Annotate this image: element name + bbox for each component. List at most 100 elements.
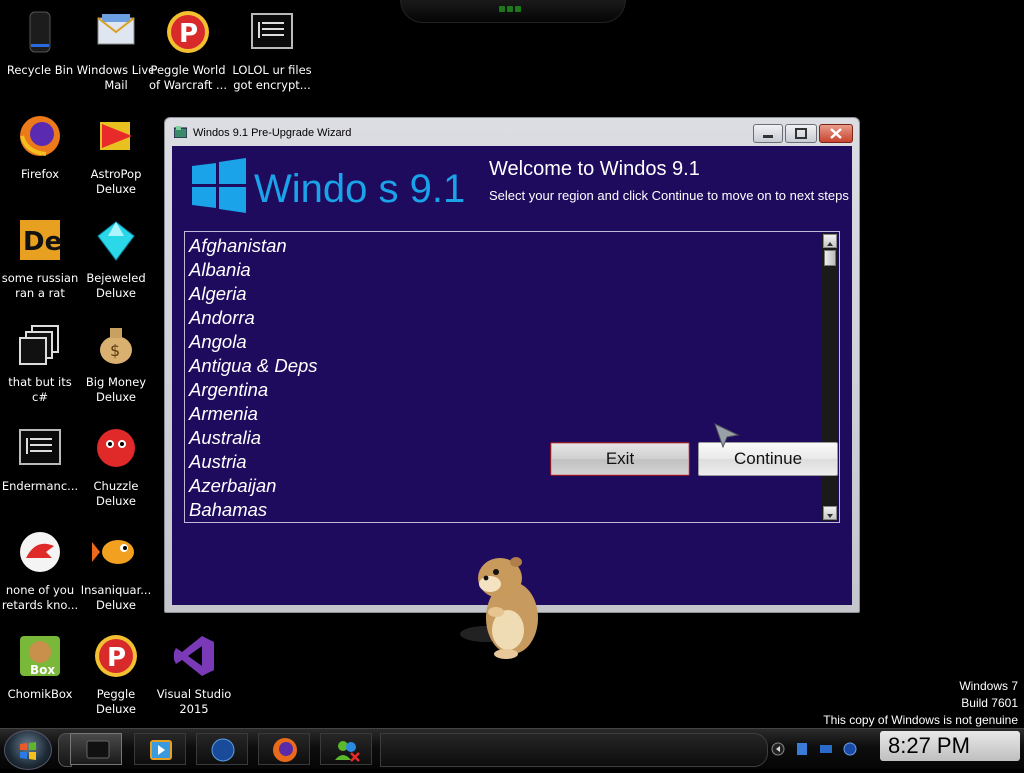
welcome-subheading: Select your region and click Continue to… bbox=[489, 188, 849, 203]
start-button[interactable] bbox=[4, 730, 52, 770]
desktop-icon-label: Peggle World of Warcraft ... bbox=[149, 63, 227, 92]
windows-flag-icon bbox=[192, 158, 246, 213]
window-title: Windos 9.1 Pre-Upgrade Wizard bbox=[193, 127, 352, 139]
desktop-icon[interactable]: none of you retards kno... bbox=[0, 528, 80, 613]
astropop-icon bbox=[100, 122, 132, 150]
listbox-scrollbar[interactable] bbox=[822, 233, 838, 521]
welcome-heading: Welcome to Windos 9.1 bbox=[489, 158, 700, 180]
desktop-icon-label: Chuzzle Deluxe bbox=[93, 479, 139, 508]
taskbar-item-media-player[interactable] bbox=[134, 733, 186, 765]
desktop-icon-label: Endermanc... bbox=[1, 479, 79, 493]
desktop-icon[interactable]: Bejeweled Deluxe bbox=[76, 216, 156, 301]
watermark-os: Windows 7 bbox=[959, 679, 1018, 693]
media-player-icon bbox=[150, 740, 172, 760]
desktop-icon[interactable]: LOLOL ur files got encrypt... bbox=[232, 8, 312, 93]
chuzzle-icon bbox=[97, 429, 135, 467]
top-notch-decoration bbox=[400, 0, 626, 23]
desktop-icon[interactable]: Firefox bbox=[0, 112, 80, 182]
svg-text:P: P bbox=[107, 643, 126, 673]
desktop-icon[interactable]: that but its c# bbox=[0, 320, 80, 405]
desktop-icon[interactable]: Visual Studio 2015 bbox=[154, 632, 234, 717]
region-listbox[interactable]: Afghanistan Albania Algeria Andorra Angola An… bbox=[184, 231, 840, 523]
firefox-icon bbox=[20, 116, 60, 156]
minimize-icon bbox=[763, 135, 773, 138]
desktop-icon[interactable]: Insaniquar... Deluxe bbox=[76, 528, 156, 613]
desktop-icon-label: Windows Live Mail bbox=[76, 63, 156, 92]
minimize-button[interactable] bbox=[753, 124, 783, 143]
firefox-icon bbox=[273, 738, 297, 762]
mail-icon bbox=[97, 14, 135, 45]
desktop-icon[interactable]: Box ChomikBox bbox=[0, 632, 80, 702]
maximize-icon bbox=[795, 128, 807, 139]
country-list-item[interactable]: Algeria bbox=[189, 282, 318, 306]
desktop-icon-label: some russian ran a rat bbox=[1, 271, 79, 300]
taskbar-clock[interactable]: 8:27 PM bbox=[880, 731, 1020, 761]
desktop-icon-label: ChomikBox bbox=[7, 687, 73, 701]
country-list-item[interactable]: Armenia bbox=[189, 402, 318, 426]
desktop-icon-label: Recycle Bin bbox=[6, 63, 74, 77]
wizard-window[interactable]: Windos 9.1 Pre-Upgrade Wizard Windo s 9.… bbox=[164, 117, 860, 613]
black-window-icon bbox=[86, 740, 110, 759]
dino-icon bbox=[20, 532, 60, 572]
svg-text:$: $ bbox=[110, 341, 120, 360]
country-list: Afghanistan Albania Algeria Andorra Angola An… bbox=[189, 234, 318, 522]
country-list-item[interactable]: Azerbaijan bbox=[189, 474, 318, 498]
country-list-item[interactable]: Albania bbox=[189, 258, 318, 282]
desktop-icon-label: Visual Studio 2015 bbox=[156, 687, 232, 716]
desktop-icon[interactable]: $ Big Money Deluxe bbox=[76, 320, 156, 405]
desktop-icon[interactable]: P Peggle World of Warcraft ... bbox=[148, 8, 228, 93]
tray-device-icon[interactable] bbox=[794, 741, 810, 757]
tray-volume-icon[interactable] bbox=[842, 741, 858, 757]
globe-icon bbox=[211, 738, 235, 762]
svg-text:Box: Box bbox=[30, 663, 55, 677]
app-icon bbox=[174, 126, 187, 138]
desktop-icon[interactable]: P Peggle Deluxe bbox=[76, 632, 156, 717]
desktop-icon[interactable]: Endermanc... bbox=[0, 424, 80, 494]
desktop-icon-label: Big Money Deluxe bbox=[85, 375, 147, 404]
taskbar-item-ie[interactable] bbox=[196, 733, 248, 765]
svg-text:P: P bbox=[179, 19, 198, 49]
peggle-icon: P bbox=[167, 11, 209, 53]
mouse-cursor-icon bbox=[714, 423, 740, 449]
country-list-item[interactable]: Afghanistan bbox=[189, 234, 318, 258]
desktop-icon[interactable]: De some russian ran a rat bbox=[0, 216, 80, 301]
country-list-item[interactable]: Antigua & Deps bbox=[189, 354, 318, 378]
desktop-icon-label: Bejeweled Deluxe bbox=[86, 271, 146, 300]
desktop-icon-label: that but its c# bbox=[8, 375, 72, 404]
taskbar-item-unknown[interactable] bbox=[70, 733, 122, 765]
windows-stack-icon bbox=[19, 325, 59, 365]
desktop-icon[interactable]: Recycle Bin bbox=[0, 8, 80, 78]
peggle-icon: P bbox=[95, 635, 137, 677]
exit-button[interactable]: Exit bbox=[550, 442, 690, 476]
logo-text: Windo s 9.1 bbox=[254, 167, 465, 211]
desktop-icon-label: none of you retards kno... bbox=[1, 583, 79, 612]
console-icon bbox=[19, 429, 61, 465]
wizard-content: Windo s 9.1 Welcome to Windos 9.1 Select… bbox=[172, 146, 852, 605]
close-button[interactable] bbox=[819, 124, 853, 143]
watermark-genuine: This copy of Windows is not genuine bbox=[823, 713, 1018, 727]
country-list-item[interactable]: Bahamas bbox=[189, 498, 318, 522]
desktop-icon[interactable]: Chuzzle Deluxe bbox=[76, 424, 156, 509]
scroll-up-arrow-icon[interactable] bbox=[823, 234, 837, 248]
country-list-item[interactable]: Angola bbox=[189, 330, 318, 354]
country-list-item[interactable]: Austria bbox=[189, 450, 318, 474]
desktop-icon[interactable]: AstroPop Deluxe bbox=[76, 112, 156, 197]
windows-watermark: Windows 7 Build 7601 This copy of Window… bbox=[823, 678, 1018, 729]
visual-studio-icon bbox=[174, 636, 214, 676]
taskbar-item-messenger[interactable] bbox=[320, 733, 372, 765]
desktop-icon[interactable]: Windows Live Mail bbox=[76, 8, 156, 93]
title-bar[interactable]: Windos 9.1 Pre-Upgrade Wizard bbox=[165, 118, 859, 144]
country-list-item[interactable]: Australia bbox=[189, 426, 318, 450]
scroll-thumb[interactable] bbox=[824, 250, 836, 266]
taskbar-item-firefox[interactable] bbox=[258, 733, 310, 765]
maximize-button[interactable] bbox=[785, 124, 817, 143]
tray-network-icon[interactable] bbox=[818, 741, 834, 757]
country-list-item[interactable]: Andorra bbox=[189, 306, 318, 330]
tray-expand-icon[interactable] bbox=[770, 741, 786, 757]
country-list-item[interactable]: Argentina bbox=[189, 378, 318, 402]
chomikbox-icon: Box bbox=[20, 636, 60, 677]
desktop-icon-label: AstroPop Deluxe bbox=[90, 167, 142, 196]
windos-logo: Windo s 9.1 bbox=[192, 158, 465, 213]
desktop-icon-label: Peggle Deluxe bbox=[96, 687, 136, 716]
scroll-down-arrow-icon[interactable] bbox=[823, 506, 837, 520]
